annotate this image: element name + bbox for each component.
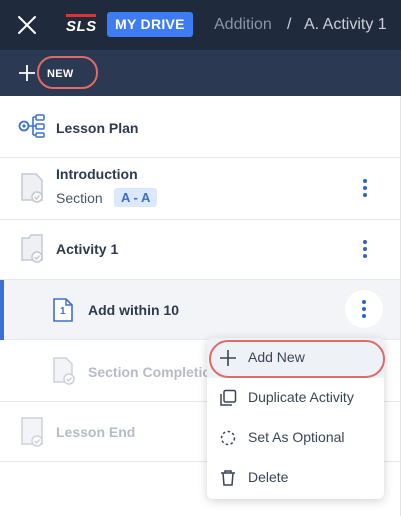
list-item-lesson-plan[interactable]: Lesson Plan [0,96,400,158]
more-icon [363,240,367,258]
breadcrumb-separator: / [287,16,292,33]
introduction-more-button[interactable] [350,173,380,203]
duplicate-label: Duplicate Activity [248,389,354,405]
new-button[interactable]: NEW [47,68,74,80]
menu-item-delete[interactable]: Delete [207,458,384,498]
section-label: Section [56,190,103,206]
close-icon[interactable] [17,15,37,35]
folder-icon [21,234,43,263]
menu-item-duplicate[interactable]: Duplicate Activity [207,378,384,418]
logo-bar [66,14,96,17]
delete-label: Delete [248,469,289,485]
menu-item-set-optional[interactable]: Set As Optional [207,418,384,458]
menu-item-add-new[interactable]: Add New [207,338,384,378]
add-within-10-title: Add within 10 [88,302,179,318]
add-new-label: Add New [248,349,305,365]
section-icon [21,173,43,203]
active-indicator [0,280,4,340]
more-icon [363,179,367,197]
app-frame: SLS MY DRIVE Addition / A. Activity 1 NE… [0,0,401,516]
lesson-end-title: Lesson End [56,424,136,440]
activity-1-title: Activity 1 [56,241,119,257]
breadcrumb-addition[interactable]: Addition [214,16,272,34]
lesson-plan-icon [18,114,45,138]
top-header: SLS MY DRIVE Addition / A. Activity 1 [0,0,401,50]
lesson-end-icon [21,417,43,447]
section-completion-title: Section Completion [88,364,220,380]
section-range-chip: A - A [114,188,158,207]
list-item-add-within-10[interactable]: 1 Add within 10 [0,280,400,340]
activity-1-more-button[interactable] [350,234,380,264]
dashed-circle-icon [220,430,236,446]
my-drive-badge[interactable]: MY DRIVE [107,12,193,37]
set-optional-label: Set As Optional [248,429,345,445]
section-completion-icon [53,357,75,385]
list-item-introduction[interactable]: Introduction Section A - A [0,158,400,220]
list-item-activity-1[interactable]: Activity 1 [0,220,400,280]
add-within-10-more-button[interactable] [349,294,379,324]
lesson-plan-title: Lesson Plan [56,120,139,136]
sls-logo: SLS [66,18,97,35]
more-icon [362,300,366,318]
breadcrumb-activity: A. Activity 1 [304,16,387,33]
page-number: 1 [60,306,66,317]
introduction-title: Introduction [56,166,138,182]
trash-icon [221,470,235,486]
plus-icon [220,350,236,366]
duplicate-icon [220,389,237,406]
plus-icon[interactable] [18,64,36,82]
context-menu: Add New Duplicate Activity Set As Option… [207,338,384,499]
